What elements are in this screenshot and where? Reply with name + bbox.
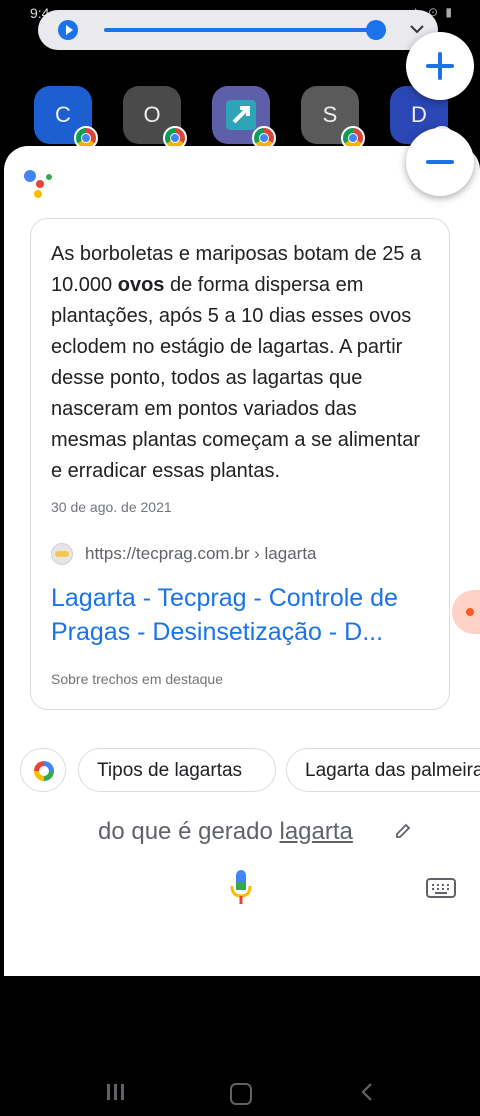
keyboard-icon[interactable] (426, 878, 456, 898)
recents-icon[interactable] (107, 1084, 128, 1105)
suggestion-chips: Tipos de lagartas Lagarta das palmeiras (20, 748, 480, 798)
query-underlined-term: lagarta (279, 818, 353, 845)
app-letter: S (322, 102, 338, 127)
microphone-icon[interactable] (230, 870, 252, 906)
minus-icon (426, 160, 454, 164)
query-text: do que é gerado (98, 818, 280, 845)
result-title-link[interactable]: Lagarta - Tecprag - Controle de Pragas -… (51, 581, 437, 649)
snippet-date: 30 de ago. de 2021 (51, 499, 172, 515)
assistant-sheet: As borboletas e mariposas botam de 25 a … (4, 146, 480, 1105)
back-icon[interactable] (360, 1082, 374, 1102)
app-letter: O (143, 102, 161, 127)
media-volume-panel (38, 10, 438, 50)
suggestion-chip[interactable]: Lagarta das palmeiras (286, 748, 480, 792)
spoken-query[interactable]: do que é gerado lagarta (98, 818, 353, 846)
google-search-chip[interactable] (20, 748, 66, 792)
app-icon-edit[interactable] (212, 86, 276, 150)
source-url: https://tecprag.com.br › lagarta (85, 544, 317, 563)
snippet-bold-term: ovos (117, 274, 165, 296)
zoom-in-button[interactable] (406, 32, 474, 100)
source-link[interactable]: https://tecprag.com.br › lagarta (51, 543, 317, 565)
app-icon-c[interactable]: C (34, 86, 98, 150)
google-g-icon (34, 761, 54, 781)
home-icon[interactable] (230, 1083, 252, 1105)
app-letter: D (411, 102, 427, 127)
suggestion-chip[interactable]: Tipos de lagartas (78, 748, 276, 792)
featured-snippet-card[interactable]: As borboletas e mariposas botam de 25 a … (30, 218, 450, 710)
play-icon[interactable] (58, 20, 78, 40)
snippet-text-part: de forma dispersa em plantações, após 5 … (51, 274, 421, 482)
app-icon-s[interactable]: S (301, 86, 365, 150)
about-snippets-link[interactable]: Sobre trechos em destaque (51, 671, 223, 687)
app-icon-o[interactable]: O (123, 86, 187, 150)
site-favicon-icon (51, 543, 73, 565)
volume-slider-thumb[interactable] (366, 20, 386, 40)
system-navigation-bar (4, 1066, 480, 1116)
edit-pencil-icon[interactable] (394, 822, 412, 840)
home-app-row: C O S D (34, 86, 474, 150)
google-assistant-icon (24, 170, 54, 198)
volume-slider[interactable] (104, 28, 376, 32)
snippet-text: As borboletas e mariposas botam de 25 a … (51, 239, 435, 487)
zoom-out-button[interactable] (406, 128, 474, 196)
app-letter: C (55, 102, 71, 127)
